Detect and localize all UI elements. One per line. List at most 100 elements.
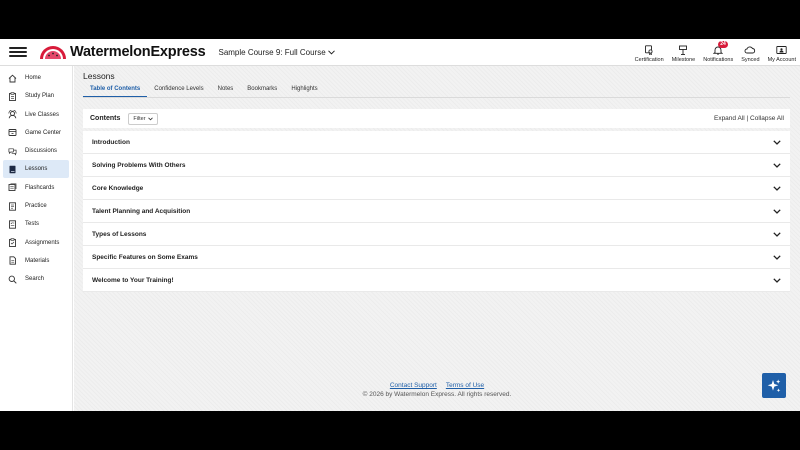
sidebar-item-label: Materials — [25, 257, 50, 264]
toc-section-title: Introduction — [92, 138, 130, 146]
toc-section-title: Types of Lessons — [92, 230, 147, 238]
collapse-all-button[interactable]: Collapse All — [750, 115, 784, 122]
sidebar-item-study-plan[interactable]: Study Plan — [3, 87, 69, 105]
chevron-down-icon — [773, 277, 781, 283]
milestone-icon — [678, 44, 688, 56]
menu-toggle-icon[interactable] — [9, 45, 27, 59]
home-icon — [8, 74, 17, 83]
header-actions: Certification Milestone 24 Notifications — [631, 39, 800, 66]
chevron-down-icon — [327, 49, 335, 55]
search-icon — [8, 275, 17, 284]
toc-section-title: Solving Problems With Others — [92, 161, 186, 169]
discussions-icon — [8, 147, 17, 156]
sidebar-item-label: Assignments — [25, 239, 60, 246]
live-classes-icon — [8, 110, 17, 119]
materials-icon — [8, 256, 17, 266]
toc-section-specific-features[interactable]: Specific Features on Some Exams — [83, 246, 790, 269]
toc-section-introduction[interactable]: Introduction — [83, 131, 790, 154]
sidebar-item-flashcards[interactable]: Flashcards — [3, 179, 69, 197]
synced-label: Synced — [741, 57, 760, 63]
sidebar-item-assignments[interactable]: Assignments — [3, 234, 69, 252]
tab-table-of-contents[interactable]: Table of Contents — [83, 84, 148, 97]
footer-links: Contact Support Terms of Use — [74, 382, 800, 389]
course-selector[interactable]: Sample Course 9: Full Course — [218, 47, 335, 57]
tab-notes[interactable]: Notes — [211, 84, 241, 97]
contents-label: Contents — [90, 115, 121, 122]
chevron-down-icon — [773, 139, 781, 145]
sidebar-item-label: Lessons — [25, 166, 48, 173]
chevron-down-icon — [773, 231, 781, 237]
account-card-icon — [776, 44, 787, 56]
sidebar-item-search[interactable]: Search — [3, 270, 69, 288]
top-header: WatermelonExpress Sample Course 9: Full … — [0, 39, 800, 66]
watermelon-logo-icon — [40, 46, 66, 59]
page-title: Lessons — [83, 71, 115, 81]
toc-section-title: Talent Planning and Acquisition — [92, 207, 191, 215]
sidebar-item-label: Practice — [25, 203, 47, 210]
tests-icon — [8, 220, 17, 229]
tab-bookmarks[interactable]: Bookmarks — [240, 84, 284, 97]
separator: | — [746, 115, 749, 122]
tab-highlights[interactable]: Highlights — [284, 84, 324, 97]
lessons-icon — [8, 165, 17, 174]
toc-section-welcome[interactable]: Welcome to Your Training! — [83, 269, 790, 292]
certificate-icon — [644, 44, 654, 56]
footer: Contact Support Terms of Use © 2026 by W… — [74, 382, 800, 398]
filter-label: Filter — [133, 115, 146, 122]
app-window: WatermelonExpress Sample Course 9: Full … — [0, 39, 800, 411]
tab-confidence-levels[interactable]: Confidence Levels — [147, 84, 210, 97]
sidebar-item-tests[interactable]: Tests — [3, 215, 69, 233]
sidebar-item-live-classes[interactable]: Live Classes — [3, 106, 69, 124]
terms-of-use-link[interactable]: Terms of Use — [446, 382, 484, 389]
sidebar-item-label: Search — [25, 276, 45, 283]
toc-section-core-knowledge[interactable]: Core Knowledge — [83, 177, 790, 200]
sidebar: Home Study Plan Live Classes Game Center… — [0, 66, 73, 411]
toc-section-types-of-lessons[interactable]: Types of Lessons — [83, 223, 790, 246]
ai-assistant-button[interactable] — [762, 373, 786, 398]
sidebar-item-discussions[interactable]: Discussions — [3, 142, 69, 160]
game-center-icon — [8, 128, 17, 137]
milestone-button[interactable]: Milestone — [668, 39, 700, 63]
certification-button[interactable]: Certification — [631, 39, 668, 63]
milestone-label: Milestone — [671, 57, 696, 63]
sidebar-item-materials[interactable]: Materials — [3, 252, 69, 270]
notifications-button[interactable]: 24 Notifications — [699, 39, 737, 63]
toc-section-talent-planning[interactable]: Talent Planning and Acquisition — [83, 200, 790, 223]
chevron-down-icon — [773, 185, 781, 191]
contents-toolbar: Contents Filter Expand All | Collapse Al… — [83, 109, 790, 128]
sidebar-item-practice[interactable]: Practice — [3, 197, 69, 215]
study-plan-icon — [8, 92, 17, 101]
sidebar-item-label: Flashcards — [25, 184, 55, 191]
table-of-contents: Introduction Solving Problems With Other… — [83, 131, 790, 292]
expand-all-button[interactable]: Expand All — [714, 115, 745, 122]
sidebar-item-label: Game Center — [25, 129, 62, 136]
sidebar-item-game-center[interactable]: Game Center — [3, 124, 69, 142]
tab-divider — [83, 97, 790, 98]
course-name: Sample Course 9: Full Course — [218, 47, 326, 57]
sidebar-item-lessons[interactable]: Lessons — [3, 160, 69, 179]
toc-section-title: Specific Features on Some Exams — [92, 253, 198, 261]
contact-support-link[interactable]: Contact Support — [390, 382, 437, 389]
copyright-text: © 2026 by Watermelon Express. All rights… — [362, 391, 512, 398]
sidebar-item-home[interactable]: Home — [3, 69, 69, 87]
toc-section-title: Welcome to Your Training! — [92, 276, 174, 284]
chevron-down-icon — [773, 254, 781, 260]
sidebar-item-label: Home — [25, 75, 42, 81]
synced-button[interactable]: Synced — [737, 39, 763, 63]
filter-dropdown[interactable]: Filter — [128, 112, 158, 125]
toc-section-title: Core Knowledge — [92, 184, 144, 192]
my-account-button[interactable]: My Account — [764, 39, 800, 63]
logo[interactable]: WatermelonExpress — [39, 44, 206, 60]
expand-collapse-controls: Expand All | Collapse All — [714, 115, 784, 122]
certification-label: Certification — [634, 57, 664, 63]
sidebar-item-label: Live Classes — [25, 111, 60, 118]
sidebar-item-label: Discussions — [25, 148, 58, 155]
sparkle-icon — [767, 379, 781, 392]
flashcards-icon — [8, 183, 17, 192]
toc-section-solving-problems[interactable]: Solving Problems With Others — [83, 154, 790, 177]
practice-icon — [8, 201, 17, 211]
main-content: Lessons Table of Contents Confidence Lev… — [74, 66, 800, 411]
sidebar-item-label: Tests — [25, 221, 40, 228]
chevron-down-icon — [147, 117, 153, 120]
logo-text: WatermelonExpress — [70, 44, 206, 60]
